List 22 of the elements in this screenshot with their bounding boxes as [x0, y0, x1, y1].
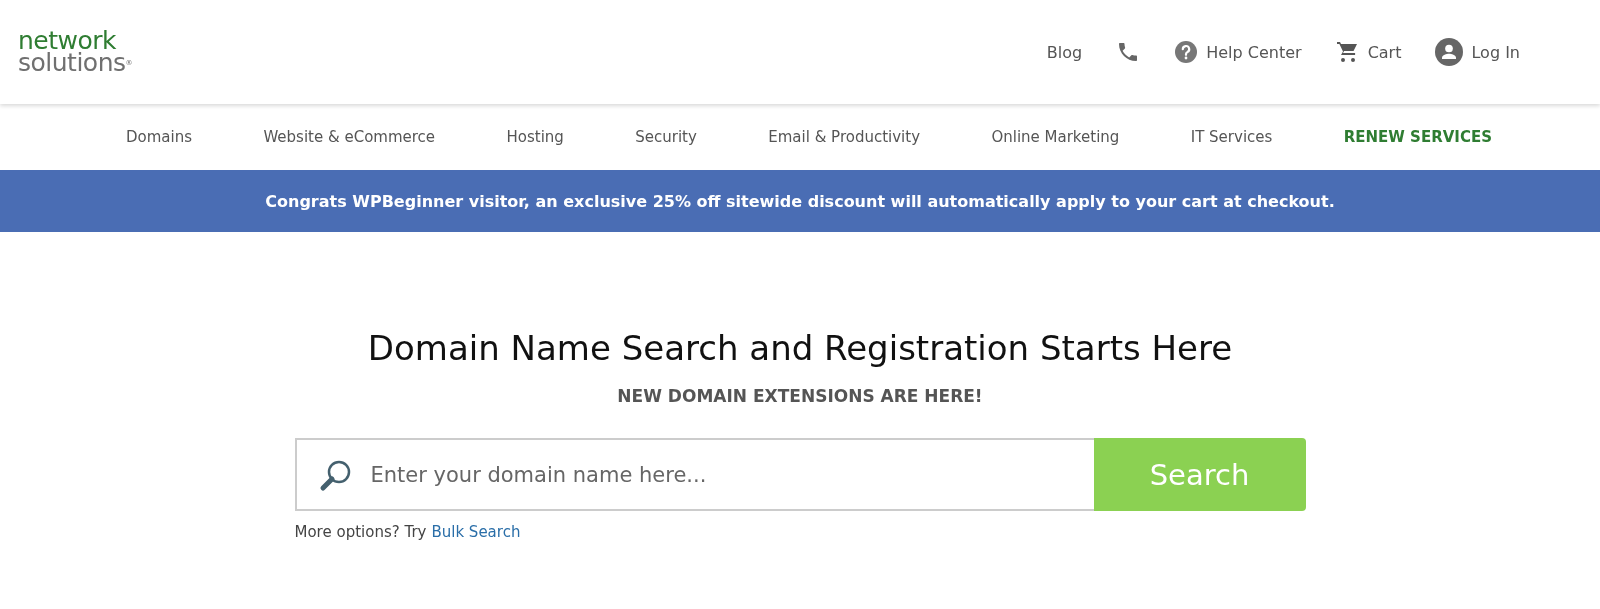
- nav-link[interactable]: Website & eCommerce: [263, 128, 436, 146]
- header-link[interactable]: Log In: [1435, 38, 1520, 66]
- page-title: Domain Name Search and Registration Starts Here: [367, 328, 1233, 368]
- bulk-search-link[interactable]: Bulk Search: [431, 523, 521, 541]
- header-link[interactable]: Cart: [1335, 40, 1402, 64]
- more-options-text: More options? Try: [294, 523, 427, 541]
- nav-link[interactable]: Hosting: [506, 128, 564, 146]
- nav-link[interactable]: IT Services: [1190, 128, 1273, 146]
- help-icon: [1174, 40, 1199, 64]
- logo[interactable]: network solutions$^{®}$: [18, 30, 133, 74]
- nav-link[interactable]: Email & Productivity: [768, 128, 921, 146]
- user-icon: [1435, 38, 1464, 66]
- search-box[interactable]: Enter your domain name here...: [294, 438, 1094, 511]
- renew-link[interactable]: RENEW SERVICES: [1343, 128, 1492, 146]
- subtitle: NEW DOMAIN EXTENSIONS ARE HERE!: [617, 386, 983, 406]
- nav-link[interactable]: Security: [635, 128, 697, 146]
- cart-icon: [1335, 40, 1360, 64]
- promo-banner: Congrats WPBeginner visitor, an exclusive 25% off sitewide discount will automatically apply to your cart at checkout.: [0, 170, 1600, 232]
- header-link[interactable]: Help Center: [1174, 40, 1302, 64]
- nav-link[interactable]: Domains: [126, 128, 193, 146]
- header-link[interactable]: Blog: [1046, 42, 1083, 62]
- nav-link[interactable]: Online Marketing: [991, 128, 1120, 146]
